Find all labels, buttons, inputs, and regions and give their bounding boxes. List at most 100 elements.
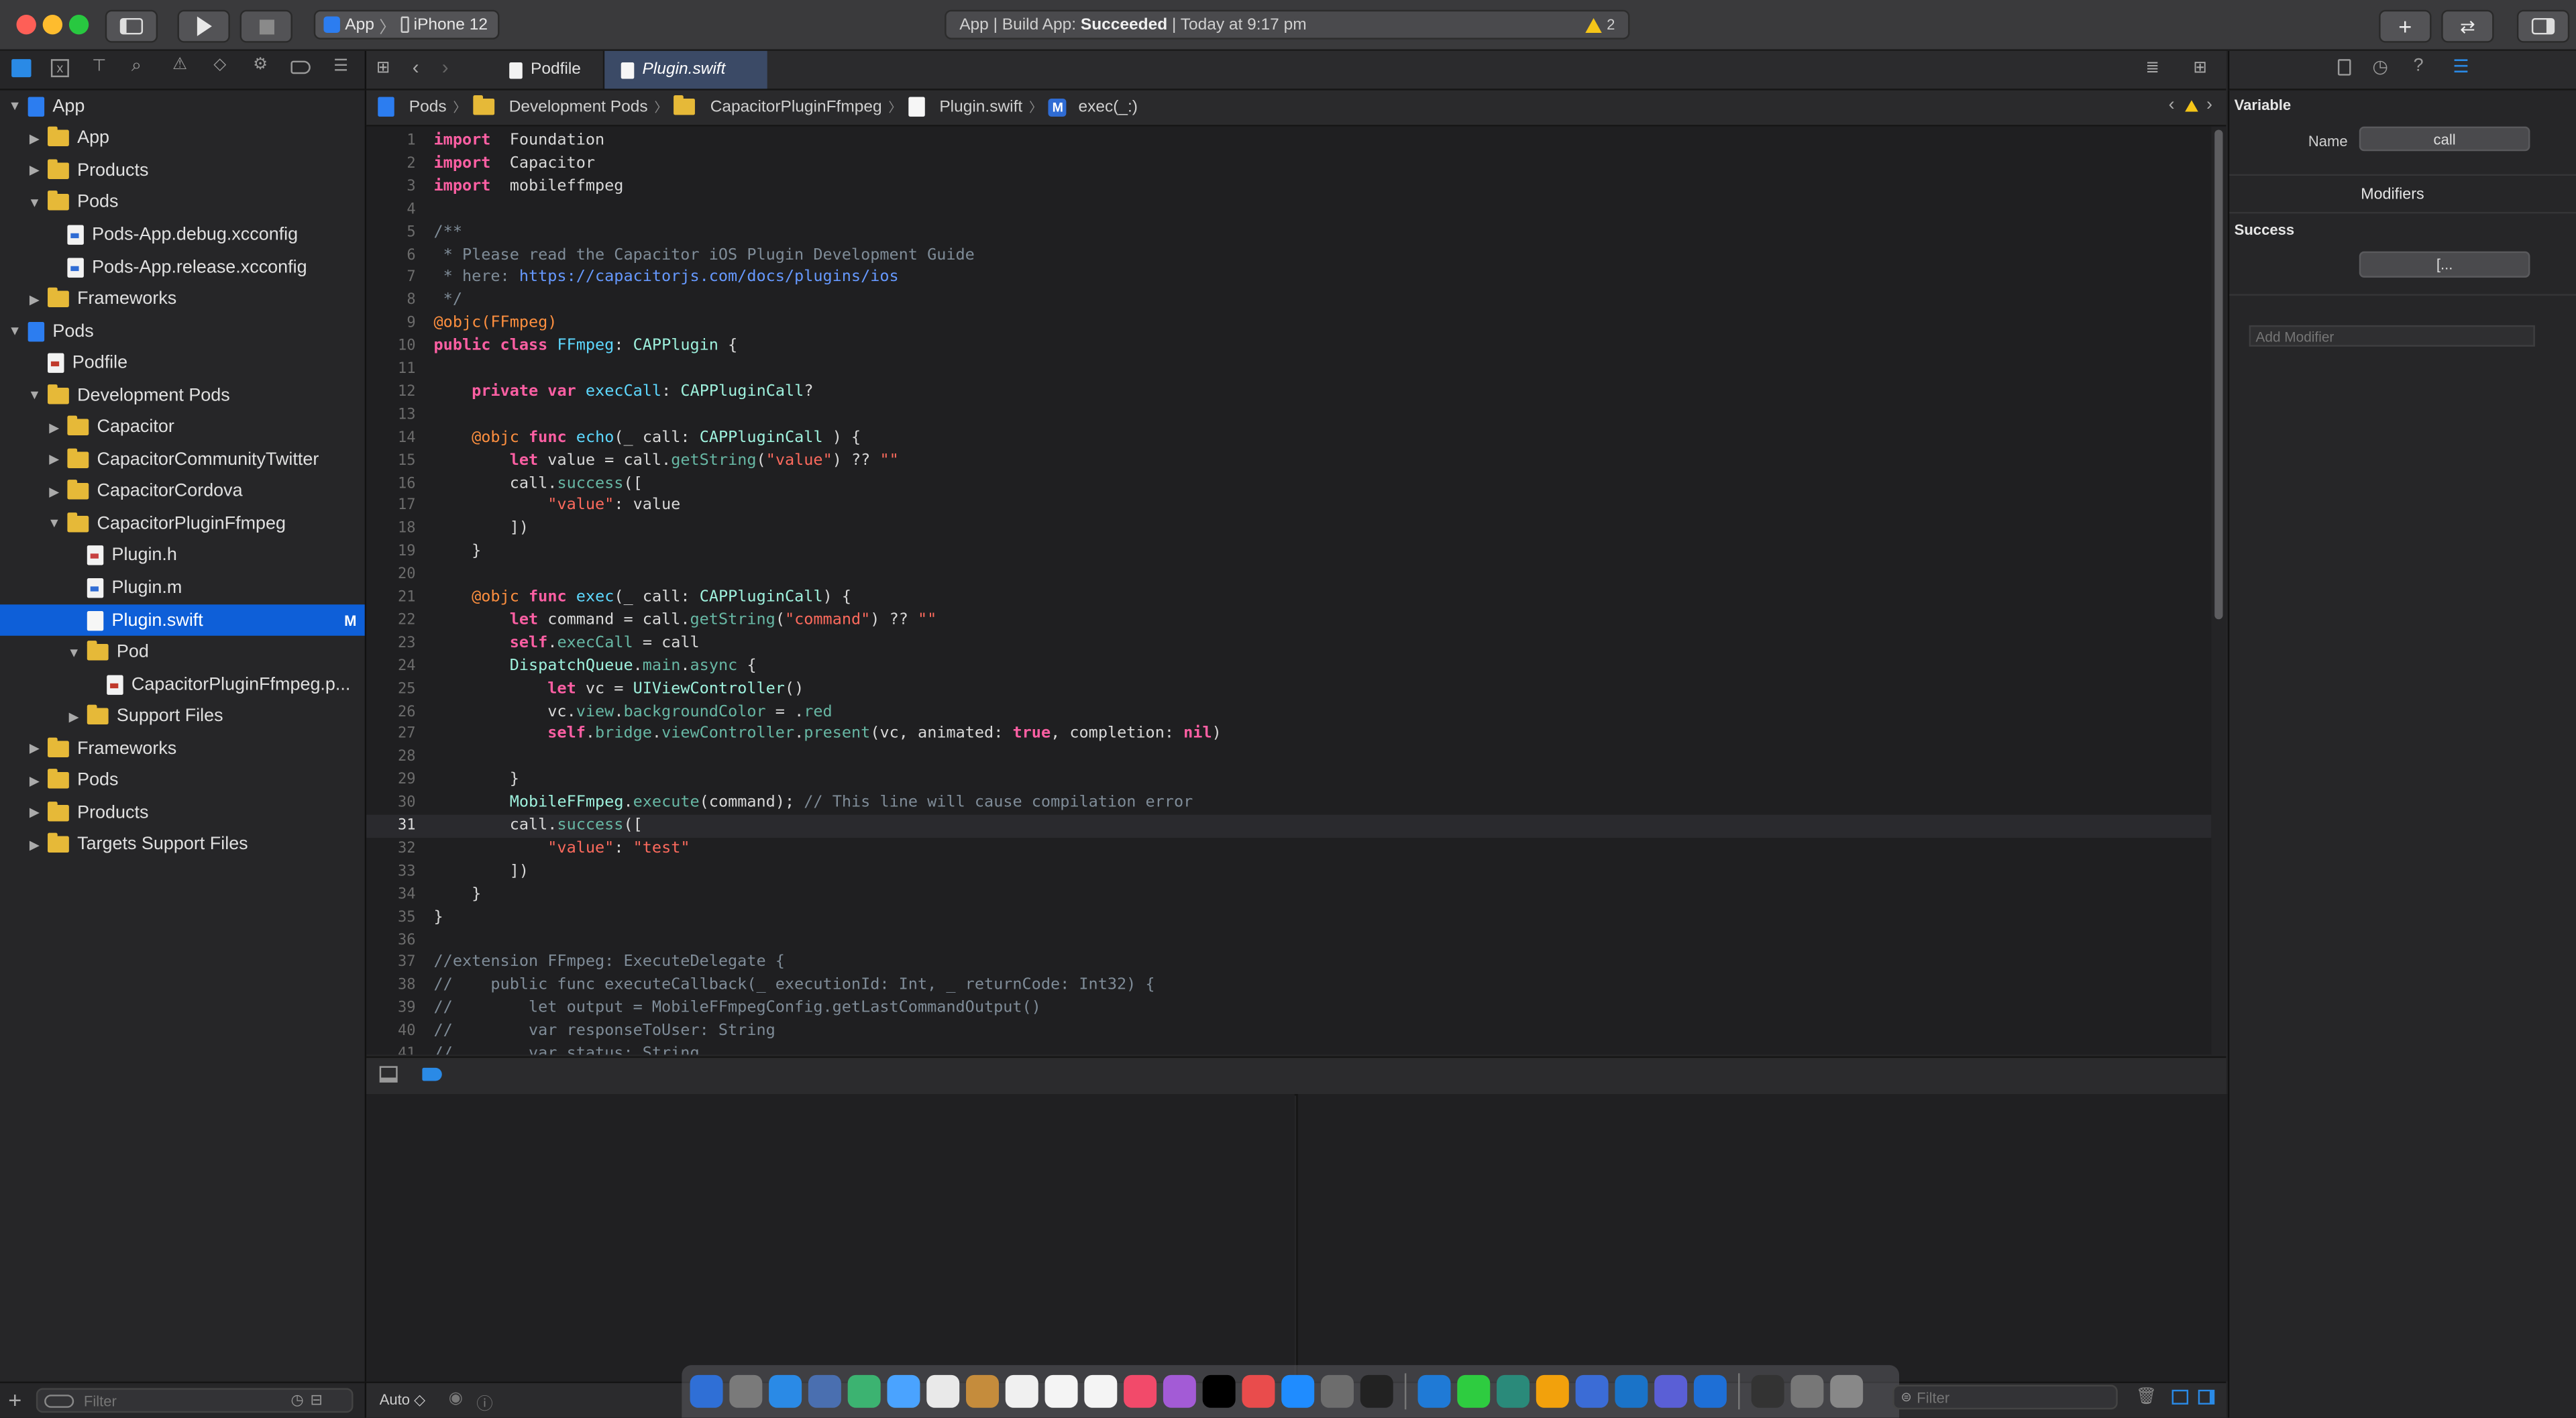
disclosure-closed-icon[interactable]: ▶ bbox=[26, 838, 42, 853]
code-line[interactable]: private var execCall: CAPPluginCall? bbox=[434, 382, 813, 400]
dock-app-icon[interactable] bbox=[1242, 1374, 1275, 1408]
zoom-window-button[interactable] bbox=[68, 15, 89, 35]
forward-arrow-icon[interactable]: › bbox=[442, 56, 449, 78]
code-line[interactable]: */ bbox=[434, 291, 462, 309]
navigator-item[interactable]: ▶ Products bbox=[0, 154, 365, 186]
source-editor[interactable]: 1 import Foundation 2 import Capacitor 3 impo… bbox=[366, 126, 2212, 1055]
navigator-item[interactable]: ▶ CapacitorCommunityTwitter bbox=[0, 443, 365, 476]
disclosure-closed-icon[interactable]: ▶ bbox=[46, 420, 62, 435]
navigator-item[interactable]: Pods-App.debug.xcconfig bbox=[0, 219, 365, 251]
code-line[interactable]: "value": "test" bbox=[434, 839, 690, 857]
split-editor-icon[interactable]: ⊞ bbox=[2193, 59, 2207, 77]
dock-app-icon[interactable] bbox=[1830, 1374, 1864, 1408]
dock-app-icon[interactable] bbox=[1790, 1374, 1824, 1408]
code-line[interactable]: @objc func echo(_ call: CAPPluginCall ) … bbox=[434, 428, 861, 446]
dock-app-icon[interactable] bbox=[1163, 1374, 1196, 1408]
navigator-item[interactable]: Plugin.swift M bbox=[0, 604, 365, 637]
dock-app-icon[interactable] bbox=[690, 1374, 723, 1408]
dock-app-icon[interactable] bbox=[1084, 1374, 1118, 1408]
right-pane-toggle-icon[interactable] bbox=[2198, 1389, 2215, 1405]
dock-app-icon[interactable] bbox=[1124, 1374, 1157, 1408]
dock-app-icon[interactable] bbox=[1693, 1374, 1727, 1408]
report-navigator-icon[interactable]: ☰ bbox=[333, 58, 348, 76]
scrollbar-thumb[interactable] bbox=[2214, 129, 2223, 620]
navigator-item[interactable]: ▶ Targets Support Files bbox=[0, 829, 365, 861]
disclosure-open-icon[interactable]: ▼ bbox=[26, 388, 42, 402]
code-line[interactable]: import Foundation bbox=[434, 131, 605, 150]
disclosure-closed-icon[interactable]: ▶ bbox=[26, 741, 42, 756]
tab-podfile[interactable]: Podfile bbox=[493, 50, 605, 89]
code-line[interactable]: self.bridge.viewController.present(vc, a… bbox=[434, 725, 1222, 743]
dock-app-icon[interactable] bbox=[1457, 1374, 1491, 1408]
trash-icon[interactable]: 🗑 bbox=[2136, 1388, 2157, 1406]
recent-files-icon[interactable]: ◷ bbox=[290, 1391, 303, 1409]
left-pane-toggle-icon[interactable] bbox=[2171, 1389, 2189, 1405]
navigator-item[interactable]: ▶ Frameworks bbox=[0, 283, 365, 315]
code-line[interactable]: import Capacitor bbox=[434, 154, 595, 172]
issue-warning-icon[interactable] bbox=[2185, 100, 2198, 112]
toggle-inspector-button[interactable] bbox=[2516, 9, 2570, 43]
dock-app-icon[interactable] bbox=[1005, 1374, 1038, 1408]
dock-app-icon[interactable] bbox=[1417, 1374, 1451, 1408]
disclosure-closed-icon[interactable]: ▶ bbox=[26, 773, 42, 788]
navigator-item[interactable]: Pods-App.release.xcconfig bbox=[0, 251, 365, 283]
breadcrumb-item[interactable]: exec(_:) bbox=[1078, 98, 1137, 116]
code-line[interactable]: * Please read the Capacitor iOS Plugin D… bbox=[434, 246, 975, 264]
stop-button[interactable] bbox=[239, 9, 292, 43]
issue-navigator-icon[interactable]: ⚠ bbox=[172, 56, 187, 74]
code-line[interactable]: public class FFmpeg: CAPPlugin { bbox=[434, 337, 738, 355]
next-issue-icon[interactable]: › bbox=[2206, 95, 2212, 115]
dock-app-icon[interactable] bbox=[1615, 1374, 1648, 1408]
dock-app-icon[interactable] bbox=[887, 1374, 920, 1408]
source-control-navigator-icon[interactable]: x bbox=[50, 59, 69, 78]
navigator-item[interactable]: Podfile bbox=[0, 347, 365, 380]
navigator-item[interactable]: Plugin.m bbox=[0, 572, 365, 604]
code-line[interactable]: } bbox=[434, 885, 481, 903]
tab-plugin-swift[interactable]: Plugin.swift bbox=[604, 50, 767, 89]
code-line[interactable]: * here: https://capacitorjs.com/docs/plu… bbox=[434, 268, 899, 286]
navigator-item[interactable]: ▶ Frameworks bbox=[0, 732, 365, 765]
info-icon[interactable]: ⓘ bbox=[476, 1390, 492, 1415]
navigator-item[interactable]: ▶ Products bbox=[0, 797, 365, 829]
file-inspector-icon[interactable] bbox=[2337, 59, 2351, 76]
code-line[interactable]: call.success([ bbox=[434, 474, 643, 492]
run-button[interactable] bbox=[177, 9, 230, 43]
breakpoints-toggle-icon[interactable] bbox=[422, 1067, 442, 1081]
navigator-item[interactable]: Plugin.h bbox=[0, 540, 365, 572]
dock-app-icon[interactable] bbox=[1360, 1374, 1393, 1408]
navigator-item[interactable]: ▼ Development Pods bbox=[0, 380, 365, 412]
navigator-item[interactable]: ▶ Pods bbox=[0, 765, 365, 797]
code-line[interactable]: import mobileffmpeg bbox=[434, 177, 624, 195]
disclosure-closed-icon[interactable]: ▶ bbox=[26, 806, 42, 820]
back-arrow-icon[interactable]: ‹ bbox=[413, 56, 419, 78]
dock-app-icon[interactable] bbox=[926, 1374, 960, 1408]
disclosure-closed-icon[interactable]: ▶ bbox=[26, 292, 42, 307]
related-items-icon[interactable]: ⊞ bbox=[376, 59, 390, 77]
code-line[interactable]: //extension FFmpeg: ExecuteDelegate { bbox=[434, 953, 785, 971]
add-modifier-input[interactable] bbox=[2255, 327, 2519, 345]
code-line[interactable]: let vc = UIViewController() bbox=[434, 679, 804, 698]
disclosure-closed-icon[interactable]: ▶ bbox=[46, 452, 62, 467]
code-line[interactable]: /** bbox=[434, 223, 462, 241]
add-file-icon[interactable]: + bbox=[8, 1386, 21, 1413]
navigator-item[interactable]: ▶ Capacitor bbox=[0, 411, 365, 443]
debug-navigator-icon[interactable]: ⚙ bbox=[253, 56, 268, 74]
disclosure-open-icon[interactable]: ▼ bbox=[66, 645, 82, 659]
navigator-item[interactable]: ▶ App bbox=[0, 123, 365, 155]
code-review-button[interactable]: ⇄ bbox=[2441, 9, 2494, 43]
breadcrumb-item[interactable]: Development Pods bbox=[509, 98, 648, 116]
add-modifier-field[interactable] bbox=[2249, 325, 2535, 347]
navigator-item[interactable]: ▼ Pod bbox=[0, 637, 365, 669]
disclosure-closed-icon[interactable]: ▶ bbox=[26, 163, 42, 178]
disclosure-open-icon[interactable]: ▼ bbox=[7, 99, 23, 114]
breakpoint-navigator-icon[interactable] bbox=[290, 60, 311, 74]
dock-app-icon[interactable] bbox=[769, 1374, 802, 1408]
code-line[interactable]: } bbox=[434, 771, 519, 789]
code-line[interactable]: } bbox=[434, 908, 443, 926]
code-line[interactable]: MobileFFmpeg.execute(command); // This l… bbox=[434, 794, 1193, 812]
console-filter-input[interactable] bbox=[1917, 1388, 2082, 1406]
code-line[interactable]: call.success([ bbox=[434, 816, 643, 834]
dock-app-icon[interactable] bbox=[1320, 1374, 1354, 1408]
code-line[interactable]: } bbox=[434, 543, 481, 561]
quick-help-icon[interactable]: ? bbox=[2414, 56, 2424, 75]
